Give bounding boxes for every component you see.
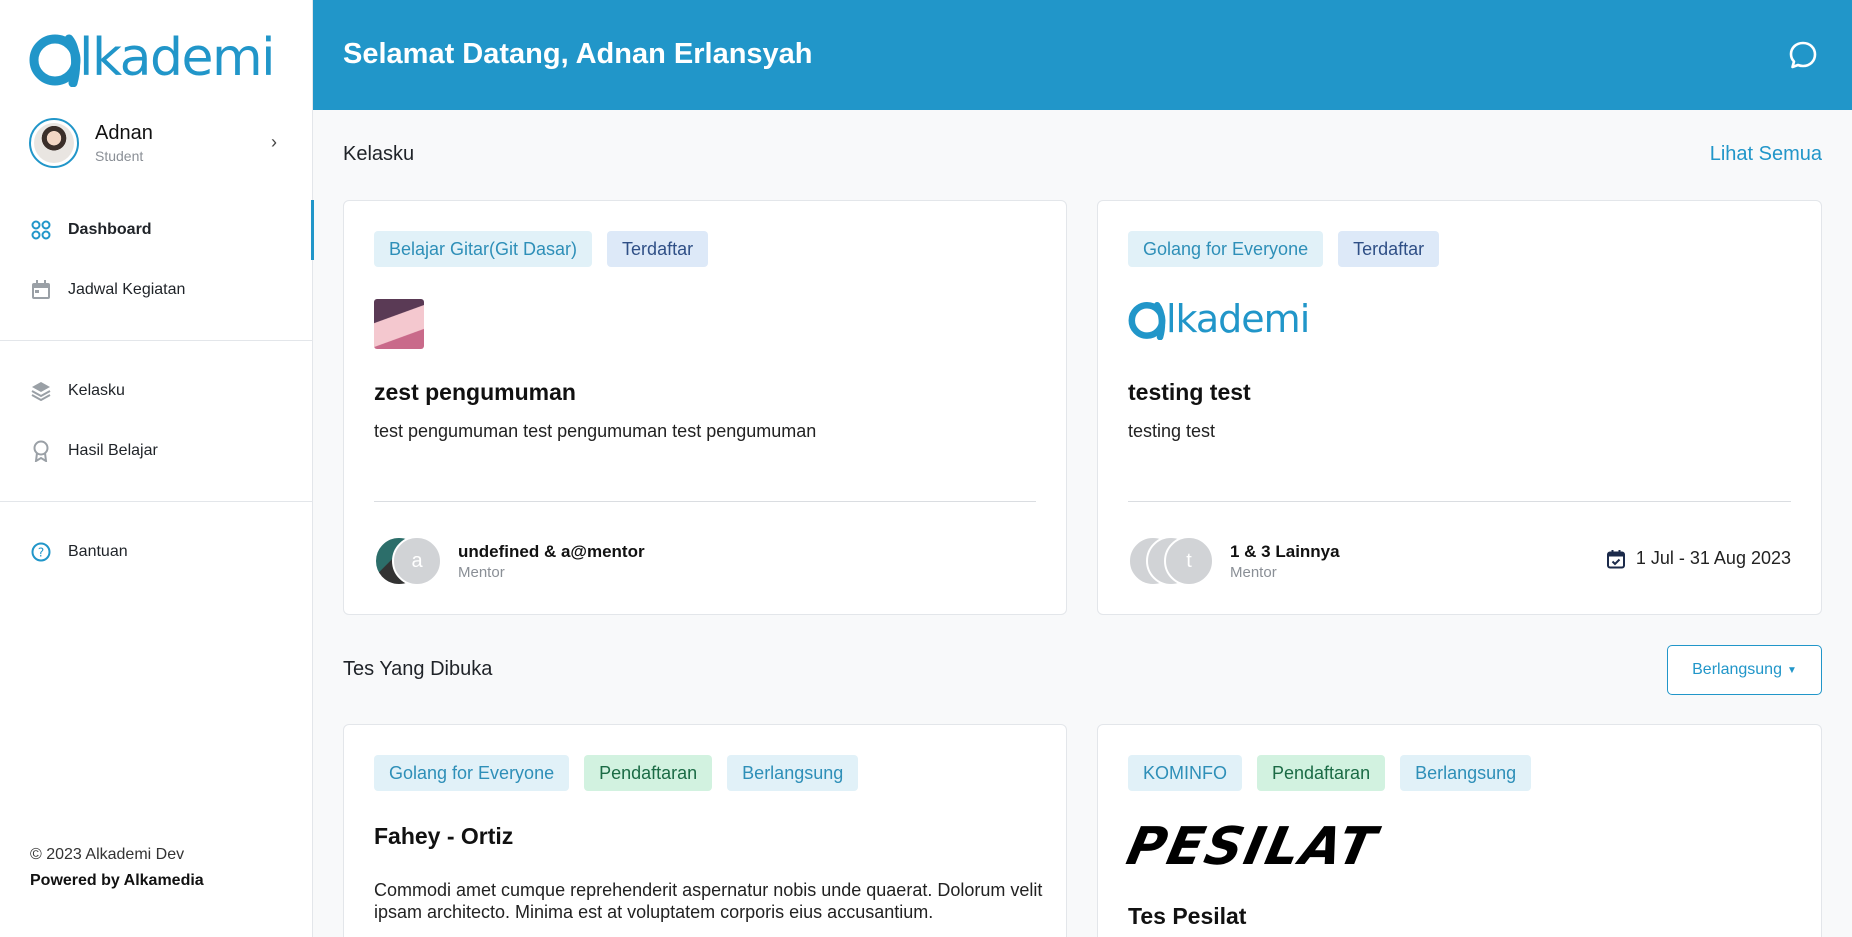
nav-learn: Kelasku Hasil Belajar [0, 361, 313, 481]
nav-main: Dashboard Jadwal Kegiatan [0, 200, 314, 320]
logo-text: lkademi [1166, 297, 1310, 341]
sidebar-item-label: Jadwal Kegiatan [68, 281, 186, 298]
layers-icon [30, 380, 52, 402]
sidebar: lkademi Adnan Student › Dashboard Jadwal… [0, 0, 314, 937]
copyright-text: © 2023 Alkademi Dev [30, 846, 185, 863]
mentor-info: a undefined & a@mentor Mentor [374, 536, 645, 586]
section-title-kelasku: Kelasku [343, 143, 415, 165]
page-title: Selamat Datang, Adnan Erlansyah [343, 38, 813, 70]
see-all-link[interactable]: Lihat Semua [1710, 143, 1822, 166]
class-card[interactable]: Golang for Everyone Terdaftar lkademi te… [1097, 200, 1822, 615]
award-icon [30, 440, 52, 462]
test-card[interactable]: Golang for Everyone Pendaftaran Berlangs… [343, 724, 1067, 937]
chevron-right-icon: › [271, 132, 277, 152]
card-description: test pengumuman test pengumuman test pen… [374, 421, 817, 441]
chat-button[interactable] [1788, 40, 1818, 70]
alkademi-logo: lkademi [1128, 297, 1310, 341]
pesilat-logo: PESILAT [1121, 817, 1383, 877]
card-description: Commodi amet cumque reprehenderit aspern… [374, 880, 1043, 922]
alkademi-logo[interactable]: lkademi [29, 28, 276, 88]
nav-help: ? Bantuan [0, 522, 313, 582]
sidebar-item-label: Dashboard [68, 221, 152, 238]
status-badge: Berlangsung [1400, 755, 1532, 791]
stage-badge: Pendaftaran [584, 755, 713, 791]
mentor-avatar-letter: t [1164, 536, 1214, 586]
card-description: testing test [1128, 421, 1216, 441]
profile-role: Student [95, 148, 144, 164]
calendar-icon [30, 279, 52, 301]
sidebar-item-label: Hasil Belajar [68, 442, 158, 459]
date-range: 1 Jul - 31 Aug 2023 [1606, 548, 1791, 569]
sidebar-item-dashboard[interactable]: Dashboard [0, 200, 314, 260]
alkademi-a-icon [1128, 301, 1166, 340]
card-title: testing test [1128, 379, 1251, 405]
course-badge: Golang for Everyone [1128, 231, 1324, 267]
course-badge: Golang for Everyone [374, 755, 570, 791]
status-badge: Berlangsung [727, 755, 859, 791]
divider [0, 501, 313, 502]
section-title-tests: Tes Yang Dibuka [343, 658, 493, 680]
logo-text: lkademi [79, 28, 276, 88]
powered-by-text: Powered by Alkamedia [30, 872, 204, 889]
sidebar-item-label: Bantuan [68, 543, 128, 560]
grid-icon [30, 219, 52, 241]
avatar [29, 118, 79, 168]
card-title: zest pengumuman [374, 379, 576, 405]
divider [0, 340, 313, 341]
mentor-avatar-letter: a [392, 536, 442, 586]
status-badge: Terdaftar [1338, 231, 1440, 267]
sidebar-item-jadwal[interactable]: Jadwal Kegiatan [0, 260, 313, 320]
mentor-name: undefined & a@mentor [458, 541, 645, 561]
test-card[interactable]: KOMINFO Pendaftaran Berlangsung PESILAT … [1097, 724, 1822, 937]
divider [374, 501, 1036, 502]
caret-down-icon: ▼ [1786, 664, 1797, 676]
help-circle-icon: ? [30, 541, 52, 563]
announcement-thumbnail [374, 299, 424, 349]
calendar-check-icon [1606, 549, 1625, 568]
course-badge: Belajar Gitar(Git Dasar) [374, 231, 593, 267]
date-text: 1 Jul - 31 Aug 2023 [1635, 548, 1791, 568]
sidebar-item-kelasku[interactable]: Kelasku [0, 361, 313, 421]
dropdown-value: Berlangsung [1692, 661, 1782, 678]
status-filter-dropdown[interactable]: Berlangsung ▼ [1667, 645, 1822, 695]
card-title: Tes Pesilat [1128, 903, 1247, 929]
sidebar-item-hasil-belajar[interactable]: Hasil Belajar [0, 421, 313, 481]
class-card[interactable]: Belajar Gitar(Git Dasar) Terdaftar zest … [343, 200, 1067, 615]
chat-icon [1789, 41, 1817, 69]
sidebar-footer: © 2023 Alkademi Dev Powered by Alkamedia [30, 846, 204, 890]
svg-text:?: ? [38, 546, 44, 560]
mentor-role: Mentor [458, 563, 505, 581]
mentor-role: Mentor [1230, 563, 1277, 581]
profile-name: Adnan [95, 122, 153, 144]
mentor-info: t 1 & 3 Lainnya Mentor [1128, 536, 1340, 586]
divider [1128, 501, 1791, 502]
course-badge: KOMINFO [1128, 755, 1242, 791]
sidebar-item-label: Kelasku [68, 382, 125, 399]
mentor-name: 1 & 3 Lainnya [1230, 541, 1340, 561]
profile-link[interactable]: Adnan Student › [29, 117, 285, 169]
stage-badge: Pendaftaran [1257, 755, 1386, 791]
status-badge: Terdaftar [607, 231, 709, 267]
logo-text: PESILAT [1121, 817, 1383, 877]
top-header: Selamat Datang, Adnan Erlansyah [313, 0, 1852, 110]
card-title: Fahey - Ortiz [374, 823, 514, 849]
sidebar-item-bantuan[interactable]: ? Bantuan [0, 522, 313, 582]
alkademi-a-icon [29, 34, 81, 87]
